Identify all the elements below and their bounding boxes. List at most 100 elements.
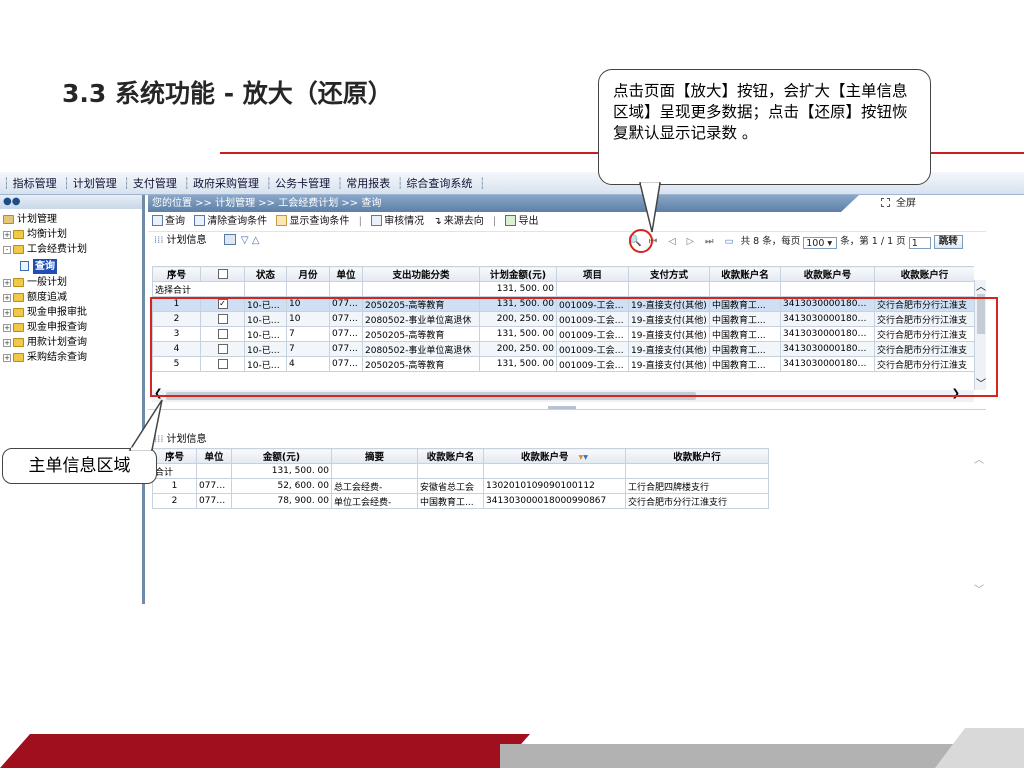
grid1-header-row: 序号 状态 月份 单位 支出功能分类 计划金额(元) 项目 支付方式 收款账户名… [152,266,974,282]
expand-icon[interactable]: + [3,323,11,332]
col-no[interactable]: 序号 [152,266,201,282]
grid2-header: ⁞⁞⁞ 计划信息 [148,431,986,448]
per-page-select[interactable]: 100 ▾ [803,237,838,249]
fullscreen-button[interactable]: 全屏 [841,195,986,212]
expand-icon[interactable]: + [3,293,11,302]
folder-icon [13,353,24,362]
clear-icon [194,215,206,226]
col-bank[interactable]: 收款账户行 [625,448,769,464]
main-info-highlight-box [150,297,998,397]
pager: 🔍 ⏮ ◁ ▷ ⏭ ▭ 共 8 条，每页 100 ▾ 条，第 1 / 1 页 1… [628,232,963,250]
col-payment[interactable]: 支付方式 [628,266,710,282]
scroll-up-icon[interactable]: ︿ [976,278,986,293]
nav-item-official-card[interactable]: 公务卡管理 [275,177,330,190]
collapse-down-icon[interactable]: ▽ [241,235,249,246]
folder-open-icon [13,245,24,254]
grid2: 序号 单位 金额(元) 摘要 收款账户名 收款账户号 ▾▾ 收款账户行 合计 131… [152,448,772,509]
audit-status-button[interactable]: 审核情况 [371,215,424,227]
fullscreen-icon [881,198,890,207]
folder-icon [13,230,24,239]
sidebar-header: ●● [0,195,142,209]
grid2-scroll-up-icon[interactable]: ︿ [974,451,984,466]
next-page-button[interactable]: ▷ [687,236,694,247]
col-function[interactable]: 支出功能分类 [362,266,480,282]
prev-page-button[interactable]: ◁ [668,236,675,247]
table-row[interactable]: 1 0770... 52, 600. 00 总工会经费- 安徽省总工会 130201010… [152,478,769,494]
tree-item-general-plan[interactable]: + 一般计划 [0,275,142,290]
folder-icon [3,215,14,224]
zoom-highlight-circle [629,229,653,253]
col-memo[interactable]: 摘要 [331,448,418,464]
nav-item-plan[interactable]: 计划管理 [73,177,117,190]
source-destination-button[interactable]: ↴ 来源去向 [433,216,483,227]
collapse-icon[interactable]: ●● [3,196,20,207]
query-button[interactable]: 查询 [152,215,185,227]
expand-icon[interactable]: + [3,353,11,362]
sidebar: ●● 计划管理 + 均衡计划 - 工会经费计划 查询 + 一般计划 + 额度追减 + 现金… [0,195,145,604]
nav-item-payment[interactable]: 支付管理 [133,177,177,190]
grid2-table: 序号 单位 金额(元) 摘要 收款账户名 收款账户号 ▾▾ 收款账户行 合计 131… [152,448,769,509]
grid1-title: 计划信息 [166,235,207,246]
tree-item-cash-approval[interactable]: + 现金申报审批 [0,305,142,320]
expand-icon[interactable]: + [3,278,11,287]
expand-icon[interactable]: + [3,230,11,239]
col-unit[interactable]: 单位 [196,448,232,464]
search-doc-icon [152,215,163,226]
tree-root[interactable]: 计划管理 [0,212,142,227]
col-account-name[interactable]: 收款账户名 [417,448,484,464]
tree-item-spending-plan-query[interactable]: + 用款计划查询 [0,335,142,350]
folder-icon [13,278,24,287]
clear-conditions-button[interactable]: 清除查询条件 [194,215,267,227]
col-amount[interactable]: 计划金额(元) [479,266,557,282]
sidebar-tree: 计划管理 + 均衡计划 - 工会经费计划 查询 + 一般计划 + 额度追减 + 现金申报审… [0,209,142,365]
nav-item-indicators[interactable]: 指标管理 [13,177,57,190]
col-bank[interactable]: 收款账户行 [874,266,974,282]
flow-icon: ↴ [433,216,442,227]
col-status[interactable]: 状态 [244,266,287,282]
expand-icon[interactable]: + [3,338,11,347]
export-button[interactable]: 导出 [505,215,538,227]
tree-item-quota-reduction[interactable]: + 额度追减 [0,290,142,305]
tree-item-balanced-plan[interactable]: + 均衡计划 [0,227,142,242]
tree-item-union-fund-plan[interactable]: - 工会经费计划 [0,242,142,257]
tree-item-cash-query[interactable]: + 现金申报查询 [0,320,142,335]
refresh-icon[interactable]: ▭ [725,236,734,247]
go-button[interactable]: 跳转 [933,235,963,249]
grip-icon: ⁞⁞⁞ [154,434,164,445]
col-unit[interactable]: 单位 [329,266,363,282]
grid-settings-icon[interactable] [223,234,236,245]
pager-total: 共 8 条，每页 [740,236,801,247]
folder-icon [13,323,24,332]
table-row[interactable]: 2 0770... 78, 900. 00 单位工会经费- 中国教育工... 341303… [152,493,769,509]
col-account-no[interactable]: 收款账户号 [780,266,875,282]
excel-icon [505,215,517,226]
tree-item-query[interactable]: 查询 [0,257,142,275]
col-amount[interactable]: 金额(元) [231,448,332,464]
col-month[interactable]: 月份 [286,266,330,282]
nav-item-reports[interactable]: 常用报表 [346,177,390,190]
collapse-up-icon[interactable]: △ [252,235,260,246]
nav-item-procurement[interactable]: 政府采购管理 [193,177,259,190]
pane-divider[interactable] [148,409,986,410]
col-select-all[interactable] [200,266,245,282]
show-conditions-button[interactable]: 显示查询条件 [276,215,349,227]
last-page-button[interactable]: ⏭ [705,236,714,247]
summary-amount: 131, 500. 00 [479,281,557,297]
splitter-handle[interactable] [548,406,576,409]
expand-icon[interactable]: + [3,308,11,317]
collapse-tree-icon[interactable]: - [3,245,11,254]
folder-icon [13,308,24,317]
folder-icon [13,293,24,302]
page-input[interactable]: 1 [908,237,931,249]
nav-item-query-system[interactable]: 综合查询系统 [406,177,472,190]
col-account-no[interactable]: 收款账户号 ▾▾ [483,448,626,464]
grid1-header: ⁞⁞⁞ 计划信息 ▽ △ 🔍 ⏮ ◁ ▷ ⏭ ▭ 共 8 条，每页 100 ▾ 条… [148,229,986,253]
folder-icon [13,338,24,347]
grid2-scroll-down-icon[interactable]: ﹀ [974,581,984,596]
tree-item-procurement-balance[interactable]: + 采购结余查询 [0,350,142,365]
col-account-name[interactable]: 收款账户名 [709,266,781,282]
col-no[interactable]: 序号 [152,448,197,464]
col-project[interactable]: 项目 [556,266,629,282]
select-all-checkbox[interactable] [217,269,228,279]
footer-red-band [0,734,530,768]
